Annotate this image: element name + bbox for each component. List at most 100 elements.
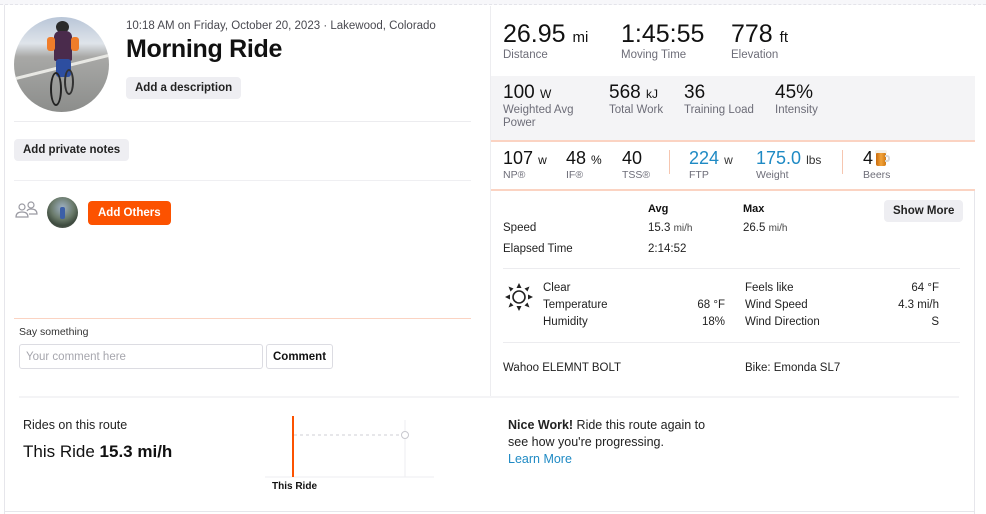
divider [503,342,960,343]
section-divider [19,396,959,398]
speed-max: 26.5 mi/h [743,222,788,234]
athlete-avatar[interactable] [47,197,78,228]
stat-training-load: 36 Training Load [684,82,754,117]
stat-weight[interactable]: 175.0 lbs Weight [756,148,821,181]
stat-value: 100 [503,82,535,103]
stat-elevation: 778 ft Elevation [731,20,788,61]
divider [503,268,960,269]
comment-input[interactable] [19,344,263,369]
stat-weighted-avg-power: 100 W Weighted Avg Power [503,82,593,130]
divider [14,121,471,122]
weather-label-humidity: Humidity [543,316,588,328]
stat-label: Elevation [731,49,779,61]
add-description-button[interactable]: Add a description [126,77,242,99]
stat-label: Weighted Avg Power [503,104,574,129]
unit: mi/h [673,223,693,234]
stat-value: 1:45:55 [621,20,705,48]
stat-tss: 40 TSS® [622,148,650,181]
stat-value: 568 [609,82,641,103]
add-private-notes-button[interactable]: Add private notes [14,139,130,161]
show-more-button[interactable]: Show More [884,200,964,222]
stat-unit: lbs [806,153,822,167]
stat-value: 107 [503,148,534,168]
stat-label: Intensity [775,104,818,116]
weather-label-wind-direction: Wind Direction [745,316,820,328]
value: 15.3 [648,222,671,234]
power-stats: 100 W Weighted Avg Power 568 kJ Total Wo… [491,76,975,140]
unit: mi/h [768,223,788,234]
route-this-ride-speed: This Ride 15.3 mi/h [23,442,172,462]
activity-photo[interactable] [14,17,109,112]
weather-value-wind-speed: 4.3 mi/h [898,299,939,311]
stat-unit: w [724,153,733,167]
speed-avg: 15.3 mi/h [648,222,693,234]
comment-label: Say something [19,326,89,338]
stat-value: 175.0 [756,148,802,168]
value: 15.3 mi/h [99,442,173,461]
group-people-icon [15,201,38,218]
elapsed-time-value: 2:14:52 [648,243,687,255]
stat-label: TSS® [622,169,651,181]
ride-point [401,431,409,439]
weather-label-temperature: Temperature [543,299,608,311]
stat-unit: % [591,153,602,167]
stat-intensity: 45% Intensity [775,82,818,117]
route-section-title: Rides on this route [23,418,128,432]
stat-label: Beers [863,169,891,181]
device-name: Wahoo ELEMNT BOLT [503,362,622,374]
weather-value-humidity: 18% [701,316,725,328]
weather-condition: Clear [543,282,571,294]
divider [14,180,471,181]
stat-label: Total Work [609,104,664,116]
stat-unit: ft [779,29,789,46]
weather-value-temperature: 68 °F [697,299,725,311]
stat-value: 45% [775,82,814,103]
stat-total-work: 568 kJ Total Work [609,82,663,117]
weather-label-wind-speed: Wind Speed [745,299,808,311]
activity-meta: 10:18 AM on Friday, October 20, 2023 · L… [126,20,436,32]
stat-unit: kJ [645,87,658,101]
stat-unit: w [538,153,547,167]
stat-divider [842,150,843,174]
stat-value: 36 [684,82,706,103]
stat-moving-time: 1:45:55 Moving Time [621,20,704,61]
stat-value: 48 [566,148,587,168]
weather-value-feels-like: 64 °F [911,282,939,294]
stat-unit: mi [572,29,589,46]
column-header-max: Max [743,203,765,215]
comment-button[interactable]: Comment [266,344,334,369]
beer-mug-icon [875,150,891,166]
row-label-speed: Speed [503,222,537,234]
chart-label-this-ride: This Ride [272,481,318,492]
divider-accent [14,318,471,319]
learn-more-link[interactable]: Learn More [508,451,728,468]
weather-label-feels-like: Feels like [745,282,794,294]
nice-work-heading: Nice Work! [508,418,574,432]
activity-title: Morning Ride [126,35,283,63]
add-others-button[interactable]: Add Others [88,201,171,225]
weather-value-wind-direction: S [931,316,939,328]
bike-name[interactable]: Bike: Emonda SL7 [745,362,840,374]
stat-label: Training Load [684,104,754,116]
stat-beers: 4 Beers [863,148,890,181]
stat-value: 40 [622,148,643,168]
stat-distance: 26.95 mi Distance [503,20,588,61]
stat-np: 107 w NP® [503,148,547,181]
row-label-elapsed-time: Elapsed Time [503,243,573,255]
value: 26.5 [743,222,766,234]
stat-ftp[interactable]: 224 w FTP [689,148,733,181]
stat-value: 778 [731,20,773,48]
stat-value: 224 [689,148,720,168]
stat-divider [669,150,670,174]
stat-label: FTP [689,169,709,181]
stat-label: NP® [503,169,526,181]
stat-label: Weight [756,169,789,181]
divider-accent [491,189,975,191]
stat-label: Distance [503,49,548,61]
stat-unit: W [539,87,552,101]
column-header-avg: Avg [648,203,669,215]
stat-value: 4 [863,148,874,168]
stat-value: 26.95 [503,20,566,48]
extra-stats: 107 w NP® 48 % IF® 40 TSS® 224 w FTP 175… [491,142,975,189]
stat-if: 48 % IF® [566,148,602,181]
